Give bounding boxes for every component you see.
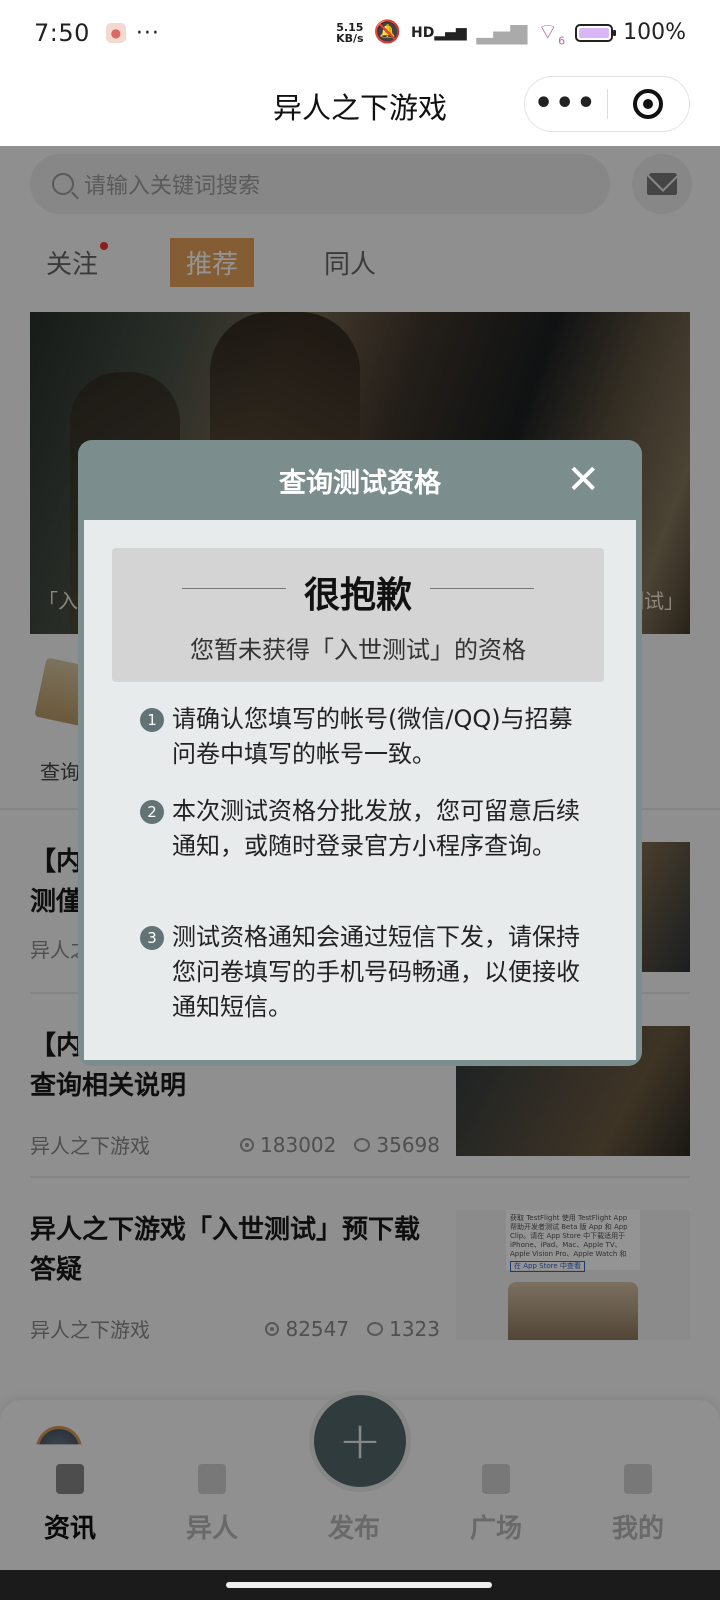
close-icon[interactable]: ✕ [566, 458, 600, 502]
wifi-icon: ⌔6 [537, 20, 566, 48]
status-right: 5.15 KB/s 🔕 HD▂▄▆ ▂▄▆ ⌔6 100% [336, 18, 686, 47]
close-program-button[interactable] [608, 89, 690, 119]
status-time: 7:50 [34, 19, 90, 47]
rule-item: 2 本次测试资格分批发放，您可留意后续通知，或随时登录官方小程序查询。 [140, 794, 580, 864]
result-title: 很抱歉 [303, 575, 412, 616]
mute-icon: 🔕 [373, 20, 401, 46]
qualification-dialog: 查询测试资格 ✕ 很抱歉 您暂未获得「入世测试」的资格 1 请确认您填写的帐号(… [78, 440, 642, 1066]
dialog-body: 很抱歉 您暂未获得「入世测试」的资格 1 请确认您填写的帐号(微信/QQ)与招募… [84, 520, 636, 1060]
gesture-bar [0, 1570, 720, 1600]
rule-item: 3 测试资格通知会通过短信下发，请保持您问卷填写的手机号码畅通，以便接收通知短信… [140, 920, 580, 1025]
status-more-icon: ··· [135, 20, 160, 46]
battery-percent: 100% [623, 20, 686, 46]
rule-item: 1 请确认您填写的帐号(微信/QQ)与招募问卷中填写的帐号一致。 [140, 702, 580, 772]
app-notification-icon: ● [105, 23, 126, 43]
wifi-sub-label: 6 [558, 34, 566, 48]
rule-text: 本次测试资格分批发放，您可留意后续通知，或随时登录官方小程序查询。 [172, 797, 580, 860]
page-title: 异人之下游戏 [272, 91, 447, 125]
network-speed: 5.15 KB/s [336, 22, 363, 44]
speed-unit: KB/s [336, 31, 364, 45]
rule-number-badge: 3 [140, 926, 164, 950]
status-bar: 7:50 ● ··· 5.15 KB/s 🔕 HD▂▄▆ ▂▄▆ ⌔6 100% [0, 0, 720, 66]
nav-bar: 异人之下游戏 ••• [0, 66, 720, 146]
signal-icon: HD▂▄▆ [410, 24, 467, 41]
battery-icon [575, 23, 617, 42]
dialog-title: 查询测试资格 [279, 467, 441, 499]
hd-label: HD [410, 24, 435, 41]
rule-text: 测试资格通知会通过短信下发，请保持您问卷填写的手机号码畅通，以便接收通知短信。 [172, 923, 580, 1021]
rule-text: 请确认您填写的帐号(微信/QQ)与招募问卷中填写的帐号一致。 [172, 705, 573, 768]
decor-line-right [430, 588, 534, 589]
rule-number-badge: 2 [140, 800, 164, 824]
home-indicator[interactable] [226, 1582, 492, 1588]
rule-number-badge: 1 [140, 708, 164, 732]
dialog-header: 查询测试资格 ✕ [84, 440, 636, 520]
result-subtitle: 您暂未获得「入世测试」的资格 [190, 636, 526, 664]
signal-2-icon: ▂▄▆ [476, 20, 528, 46]
target-icon [633, 89, 664, 119]
mini-program-capsule: ••• [524, 76, 690, 132]
result-box: 很抱歉 您暂未获得「入世测试」的资格 [112, 548, 604, 682]
more-menu-button[interactable]: ••• [525, 89, 607, 119]
